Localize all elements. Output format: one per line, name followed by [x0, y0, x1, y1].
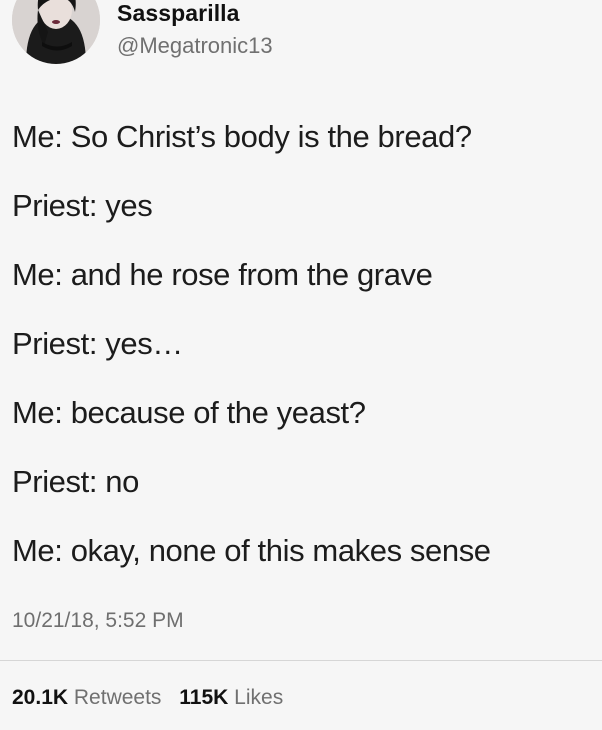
- tweet-line: Priest: yes…: [12, 326, 183, 361]
- tweet-line: Priest: yes: [12, 188, 153, 223]
- tweet-line: Me: because of the yeast?: [12, 395, 366, 430]
- likes-count: 115K: [179, 686, 229, 709]
- tweet-timestamp[interactable]: 10/21/18, 5:52 PM: [12, 609, 184, 633]
- tweet-body: Me: So Christ’s body is the bread? Pries…: [12, 119, 597, 602]
- tweet-stats: 20.1K Retweets 115K Likes: [12, 686, 295, 710]
- avatar-photo: [12, 0, 100, 64]
- likes-stat[interactable]: 115K Likes: [179, 686, 295, 709]
- tweet-line: Priest: no: [12, 464, 139, 499]
- tweet-line: Me: So Christ’s body is the bread?: [12, 119, 472, 154]
- retweets-label: Retweets: [73, 686, 162, 709]
- author-handle[interactable]: @Megatronic13: [117, 33, 273, 59]
- tweet-line: Me: okay, none of this makes sense: [12, 533, 491, 568]
- tweet-line: Me: and he rose from the grave: [12, 257, 433, 292]
- author-display-name[interactable]: Sassparilla: [117, 0, 240, 27]
- likes-label: Likes: [234, 686, 284, 709]
- retweets-stat[interactable]: 20.1K Retweets: [12, 686, 179, 709]
- divider: [0, 660, 602, 661]
- tweet-card: Sassparilla @Megatronic13 Me: So Christ’…: [0, 0, 602, 730]
- avatar[interactable]: [12, 0, 100, 64]
- retweets-count: 20.1K: [12, 686, 69, 709]
